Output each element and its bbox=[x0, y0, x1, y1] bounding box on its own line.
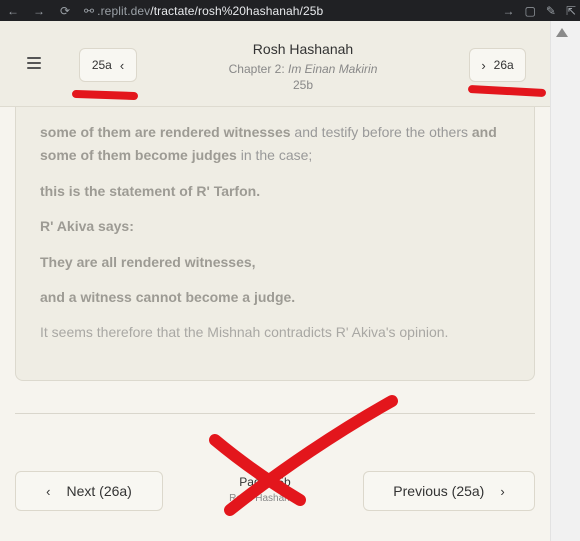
prev-page-button[interactable]: 25a ‹ bbox=[79, 48, 137, 82]
next-page-button[interactable]: › 26a bbox=[469, 48, 526, 82]
chapter-name: Im Einan Makirin bbox=[288, 62, 378, 76]
url-host: .replit.dev bbox=[97, 3, 151, 18]
text-line: this is the statement of R' Tarfon. bbox=[40, 183, 261, 199]
page-scrollbar[interactable] bbox=[550, 21, 580, 541]
page-label: Page 25b bbox=[239, 475, 291, 489]
link-icon: ⚯ bbox=[84, 3, 95, 18]
text-line: It seems therefore that the Mishnah cont… bbox=[40, 324, 449, 340]
tractate-label: Rosh Hashanah bbox=[229, 493, 301, 504]
title-block: Rosh Hashanah Chapter 2: Im Einan Makiri… bbox=[180, 41, 426, 92]
text-line: R' Akiva says: bbox=[40, 218, 134, 234]
arrow-icon[interactable]: → bbox=[503, 4, 515, 18]
menu-icon[interactable] bbox=[27, 57, 41, 69]
text-line: and a witness cannot become a judge. bbox=[40, 289, 296, 305]
prev-page-label: 25a bbox=[91, 58, 112, 72]
address-bar[interactable]: ⚯ .replit.dev/tractate/rosh%20hashanah/2… bbox=[84, 0, 323, 21]
forward-arrow-icon[interactable]: → bbox=[26, 4, 52, 18]
back-arrow-icon[interactable]: ← bbox=[0, 4, 26, 18]
share-icon[interactable]: ⇱ bbox=[566, 4, 576, 18]
chevron-right-icon: › bbox=[481, 57, 486, 73]
device-icon[interactable]: ▢ bbox=[525, 4, 536, 18]
browser-actions: → ▢ ✎ ⇱ bbox=[503, 0, 576, 21]
text-line: They are all rendered witnesses, bbox=[40, 254, 256, 270]
scroll-up-arrow-icon[interactable] bbox=[556, 28, 568, 37]
tractate-title: Rosh Hashanah bbox=[252, 41, 354, 57]
text-line: some of them become judges in the case; bbox=[40, 147, 313, 163]
chevron-left-icon: ‹ bbox=[119, 57, 125, 73]
next-page-label: 26a bbox=[493, 58, 514, 72]
next-button-label: Next (26a) bbox=[66, 483, 132, 499]
chapter-prefix: Chapter 2: bbox=[228, 62, 288, 76]
next-page-footer-button[interactable]: ‹ Next (26a) bbox=[15, 471, 163, 511]
extension-icon[interactable]: ✎ bbox=[546, 4, 556, 18]
chapter-line: Chapter 2: Im Einan Makirin bbox=[180, 62, 426, 76]
text-line: some of them are rendered witnesses and … bbox=[40, 124, 497, 140]
page-number: 25b bbox=[292, 78, 314, 92]
chevron-right-icon: › bbox=[500, 483, 505, 499]
chevron-left-icon: ‹ bbox=[46, 483, 51, 499]
prev-page-footer-button[interactable]: Previous (25a) › bbox=[363, 471, 535, 511]
reload-icon[interactable]: ⟳ bbox=[52, 4, 78, 18]
prev-button-label: Previous (25a) bbox=[393, 483, 485, 499]
page-info: Page 25b Rosh Hashanah bbox=[205, 475, 325, 504]
divider bbox=[15, 413, 535, 414]
url-path: /tractate/rosh%20hashanah/25b bbox=[150, 3, 324, 18]
